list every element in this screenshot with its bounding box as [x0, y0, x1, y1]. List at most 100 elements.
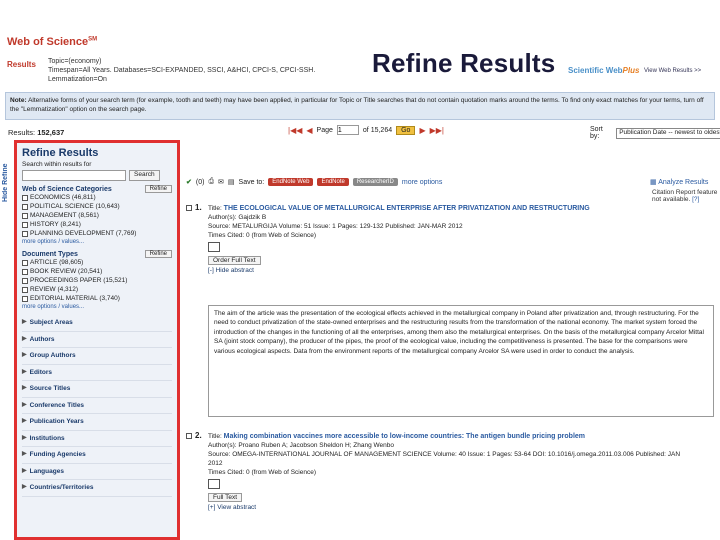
- note-text: Alternative forms of your search term (f…: [10, 97, 704, 113]
- wos-categories-heading[interactable]: Web of Science Categories Refine: [22, 185, 172, 193]
- record-times-cited: Times Cited: 0 (from Web of Science): [208, 469, 317, 476]
- sci-logo-prefix: Scientific Web: [568, 66, 623, 75]
- list-item[interactable]: POLITICAL SCIENCE (10,643): [22, 202, 172, 211]
- abstract-toggle[interactable]: [+] View abstract: [208, 503, 714, 512]
- list-item[interactable]: REVIEW (4,312): [22, 285, 172, 294]
- prev-page-icon[interactable]: ◀: [306, 126, 312, 135]
- expand-icon: ▶: [22, 467, 27, 474]
- list-item[interactable]: MANAGEMENT (8,561): [22, 211, 172, 220]
- full-text-icon[interactable]: [208, 479, 220, 489]
- save-to-label: Save to:: [238, 178, 265, 186]
- list-item[interactable]: ARTICLE (98,605): [22, 258, 172, 267]
- doc-types-refine-button[interactable]: Refine: [144, 250, 172, 258]
- save-icon[interactable]: ▤: [228, 178, 235, 186]
- list-item[interactable]: PLANNING DEVELOPMENT (7,769): [22, 229, 172, 238]
- facet-publication-years[interactable]: ▶ Publication Years: [22, 414, 172, 431]
- record-source: Source: OMEGA-INTERNATIONAL JOURNAL OF M…: [208, 451, 681, 458]
- record-source: Source: METALURGIJA Volume: 51 Issue: 1 …: [208, 223, 463, 230]
- results-count-value: 152,637: [37, 128, 65, 137]
- more-options-link[interactable]: more options / values...: [22, 238, 172, 247]
- results-count: Results: 152,637: [8, 128, 64, 137]
- checkbox[interactable]: [22, 221, 28, 228]
- expand-icon: ▶: [22, 401, 27, 408]
- order-full-text-button[interactable]: Order Full Text: [208, 256, 261, 265]
- facet-conference-titles[interactable]: ▶ Conference Titles: [22, 398, 172, 414]
- sort-label: Sort by:: [590, 126, 603, 140]
- list-item[interactable]: BOOK REVIEW (20,541): [22, 267, 172, 276]
- doc-type-label: EDITORIAL MATERIAL (3,740): [30, 295, 120, 302]
- record-checkbox[interactable]: [186, 205, 192, 211]
- full-text-icon[interactable]: [208, 242, 220, 252]
- wos-category-list: ECONOMICS (46,811) POLITICAL SCIENCE (10…: [22, 193, 172, 238]
- facet-institutions[interactable]: ▶ Institutions: [22, 431, 172, 447]
- facet-countries[interactable]: ▶ Countries/Territories: [22, 480, 172, 497]
- doc-types-list: ARTICLE (98,605) BOOK REVIEW (20,541) PR…: [22, 258, 172, 303]
- checkbox[interactable]: [22, 268, 28, 275]
- doc-types-heading[interactable]: Document Types Refine: [22, 250, 172, 258]
- record-title-link[interactable]: THE ECOLOGICAL VALUE OF METALLURGICAL EN…: [224, 205, 590, 212]
- researcherid-button[interactable]: ResearcherID: [352, 178, 398, 186]
- search-within-button[interactable]: Search: [129, 170, 160, 181]
- expand-icon: ▶: [22, 319, 27, 325]
- more-options-link[interactable]: more options: [402, 179, 442, 186]
- list-item[interactable]: HISTORY (8,241): [22, 220, 172, 229]
- wos-logo[interactable]: Web of ScienceSM: [7, 36, 97, 48]
- view-web-results-link[interactable]: View Web Results >>: [644, 68, 701, 74]
- hide-refine-tab[interactable]: Hide Refine: [2, 142, 12, 202]
- record-authors: Author(s): Proano Ruben A; Jacobson Shel…: [208, 442, 394, 449]
- page-label: Page: [316, 126, 333, 134]
- checkbox[interactable]: [22, 286, 28, 293]
- record-checkbox[interactable]: [186, 433, 192, 439]
- facet-authors[interactable]: ▶ Authors: [22, 332, 172, 348]
- scientific-webplus-logo[interactable]: Scientific WebPlus: [568, 66, 639, 75]
- facet-languages[interactable]: ▶ Languages: [22, 464, 172, 480]
- facet-label: Publication Years: [29, 418, 84, 425]
- email-icon[interactable]: ✉: [218, 178, 224, 186]
- category-label: POLITICAL SCIENCE (10,643): [30, 203, 120, 210]
- checkbox[interactable]: [22, 194, 28, 201]
- checkbox[interactable]: [22, 212, 28, 219]
- facet-source-titles[interactable]: ▶ Source Titles: [22, 381, 172, 398]
- checkbox[interactable]: [22, 295, 28, 302]
- list-item[interactable]: PROCEEDINGS PAPER (15,521): [22, 276, 172, 285]
- abstract-toggle[interactable]: [-] Hide abstract: [208, 266, 714, 275]
- list-item[interactable]: ECONOMICS (46,811): [22, 193, 172, 202]
- facet-label: Languages: [29, 467, 64, 475]
- next-page-icon[interactable]: ▶: [419, 126, 425, 135]
- wos-refine-button[interactable]: Refine: [144, 185, 172, 193]
- endnote-web-button[interactable]: EndNote Web: [268, 178, 314, 186]
- endnote-button[interactable]: EndNote: [317, 178, 349, 186]
- facet-label: Subject Areas: [29, 319, 73, 326]
- first-page-icon[interactable]: |◀◀: [288, 126, 302, 135]
- facet-label: Conference Titles: [29, 401, 85, 409]
- full-text-button[interactable]: Full Text: [208, 493, 243, 502]
- facet-subject-areas[interactable]: ▶ Subject Areas: [22, 315, 172, 332]
- facet-editors[interactable]: ▶ Editors: [22, 365, 172, 381]
- print-icon[interactable]: ⎙: [208, 178, 214, 186]
- analyze-results-link[interactable]: ▦ Analyze Results: [650, 178, 708, 186]
- record-source-year: 2012: [208, 460, 223, 467]
- checkbox[interactable]: [22, 259, 28, 266]
- more-options-link[interactable]: more options / values...: [22, 303, 172, 312]
- table-row: 1. Title: THE ECOLOGICAL VALUE OF METALL…: [186, 203, 714, 275]
- pager: |◀◀ ◀ Page of 15,264 Go ▶ ▶▶|: [288, 125, 444, 135]
- refine-title: Refine Results: [22, 147, 99, 159]
- last-page-icon[interactable]: ▶▶|: [430, 126, 444, 135]
- checkbox[interactable]: [22, 230, 28, 237]
- record-title-link[interactable]: Making combination vaccines more accessi…: [224, 433, 585, 440]
- checkbox[interactable]: [22, 277, 28, 284]
- facet-label: Source Titles: [29, 385, 71, 392]
- category-label: MANAGEMENT (8,561): [30, 212, 99, 219]
- list-item[interactable]: EDITORIAL MATERIAL (3,740): [22, 294, 172, 303]
- page-input[interactable]: [336, 125, 359, 135]
- help-link[interactable]: [?]: [692, 196, 699, 203]
- table-row: 2. Title: Making combination vaccines mo…: [186, 431, 714, 512]
- checkbox[interactable]: [22, 203, 28, 210]
- facet-funding-agencies[interactable]: ▶ Funding Agencies: [22, 447, 172, 464]
- search-within-input[interactable]: [22, 170, 126, 181]
- sort-select[interactable]: Publication Date -- newest to oldest: [616, 127, 720, 139]
- analyze-label: Analyze Results: [658, 179, 709, 186]
- marked-list-icon[interactable]: ✔: [186, 178, 192, 186]
- go-button[interactable]: Go: [396, 125, 416, 135]
- facet-group-authors[interactable]: ▶ Group Authors: [22, 348, 172, 365]
